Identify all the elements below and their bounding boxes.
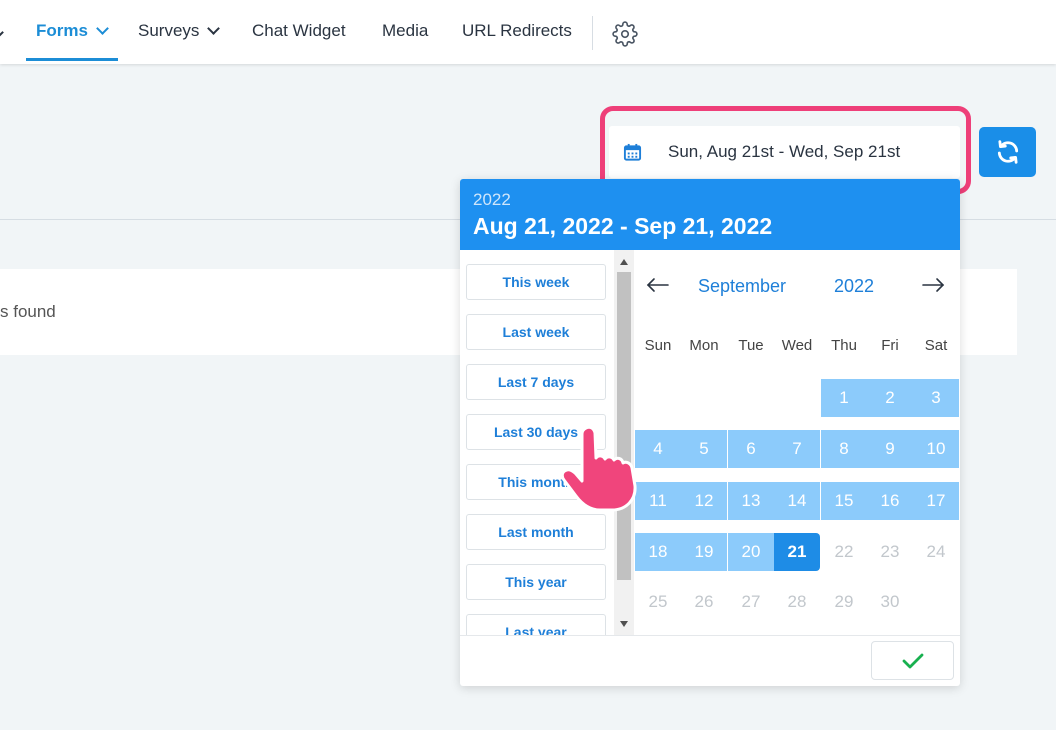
calendar-day-selected[interactable]: 21 — [774, 533, 820, 571]
apply-button[interactable] — [871, 641, 954, 680]
footer-divider — [634, 635, 960, 636]
footer-divider — [460, 635, 634, 636]
chevron-down-icon — [96, 22, 109, 35]
calendar-day-disabled: 25 — [648, 592, 668, 611]
nav-divider — [592, 16, 593, 50]
nav-forms[interactable]: Forms — [36, 0, 109, 62]
calendar-day[interactable]: 14 — [774, 482, 820, 520]
arrow-left-icon[interactable] — [646, 277, 670, 293]
pointer-hand-icon — [560, 425, 637, 512]
preset-last-month[interactable]: Last month — [466, 514, 606, 550]
year-select[interactable]: 2022 — [834, 276, 874, 297]
gear-icon[interactable] — [612, 21, 638, 47]
calendar-day[interactable]: 6 — [728, 430, 774, 468]
chevron-down-icon — [207, 22, 221, 35]
preset-last-7-days[interactable]: Last 7 days — [466, 364, 606, 400]
calendar-day[interactable]: 15 — [821, 482, 867, 520]
nav-forms-label: Forms — [36, 21, 88, 40]
calendar-day-disabled: 28 — [787, 592, 807, 611]
weekday-label: Mon — [689, 337, 719, 354]
weekday-label: Tue — [738, 337, 764, 354]
header-year: 2022 — [473, 190, 511, 209]
calendar-day[interactable]: 19 — [681, 533, 727, 571]
calendar-day-disabled: 30 — [880, 592, 900, 611]
date-picker-dropdown: 2022 Aug 21, 2022 - Sep 21, 2022 This we… — [460, 179, 960, 686]
nav-chat-widget[interactable]: Chat Widget — [252, 0, 346, 62]
calendar-day[interactable]: 7 — [774, 430, 820, 468]
calendar-day[interactable]: 3 — [913, 379, 959, 417]
calendar-day[interactable]: 18 — [635, 533, 681, 571]
weekday-label: Fri — [881, 337, 899, 354]
scroll-up-arrow-icon[interactable] — [620, 259, 628, 265]
calendar-day-disabled: 24 — [926, 542, 946, 561]
preset-this-year[interactable]: This year — [466, 564, 606, 600]
weekday-label: Wed — [781, 337, 813, 354]
calendar-day-disabled: 22 — [834, 542, 854, 561]
nav-surveys-label: Surveys — [138, 21, 200, 40]
nav-url-redirects[interactable]: URL Redirects — [462, 0, 572, 62]
scroll-down-arrow-icon[interactable] — [620, 621, 628, 627]
nav-media[interactable]: Media — [382, 0, 428, 62]
preset-last-week[interactable]: Last week — [466, 314, 606, 350]
calendar-day[interactable]: 12 — [681, 482, 727, 520]
calendar-day[interactable]: 17 — [913, 482, 959, 520]
calendar-day[interactable]: 2 — [867, 379, 913, 417]
refresh-icon — [997, 140, 1018, 164]
calendar-day-disabled: 27 — [741, 592, 761, 611]
calendar-day[interactable]: 5 — [681, 430, 727, 468]
date-picker-header: 2022 Aug 21, 2022 - Sep 21, 2022 — [460, 179, 960, 250]
calendar-day-disabled: 29 — [834, 592, 854, 611]
weekday-label: Sun — [644, 337, 672, 354]
calendar-day[interactable]: 9 — [867, 430, 913, 468]
calendar-day-disabled: 23 — [880, 542, 900, 561]
arrow-right-icon[interactable] — [921, 277, 945, 293]
calendar-day[interactable]: 16 — [867, 482, 913, 520]
chevron-down-icon[interactable] — [0, 26, 4, 39]
nav-url-redirects-label: URL Redirects — [462, 21, 572, 40]
preset-this-week[interactable]: This week — [466, 264, 606, 300]
calendar-day[interactable]: 1 — [821, 379, 867, 417]
preset-last-year[interactable]: Last year — [466, 614, 606, 635]
active-tab-indicator — [26, 58, 118, 61]
weekday-label: Thu — [831, 337, 857, 354]
month-select[interactable]: September — [698, 276, 786, 297]
refresh-button[interactable] — [979, 127, 1036, 177]
weekday-label: Sat — [924, 337, 948, 354]
nav-media-label: Media — [382, 21, 429, 40]
nav-surveys[interactable]: Surveys — [138, 0, 221, 62]
header-range: Aug 21, 2022 - Sep 21, 2022 — [473, 213, 773, 239]
top-nav: Forms Surveys Chat Widget Media URL Redi… — [0, 0, 1056, 64]
nav-chat-widget-label: Chat Widget — [252, 21, 346, 40]
calendar-day[interactable]: 10 — [913, 430, 959, 468]
calendar-day-disabled: 26 — [694, 592, 714, 611]
calendar-day[interactable]: 13 — [728, 482, 774, 520]
calendar-day[interactable]: 20 — [728, 533, 774, 571]
calendar-day[interactable]: 8 — [821, 430, 867, 468]
no-results-text: s found — [0, 302, 56, 321]
check-icon — [902, 653, 923, 668]
